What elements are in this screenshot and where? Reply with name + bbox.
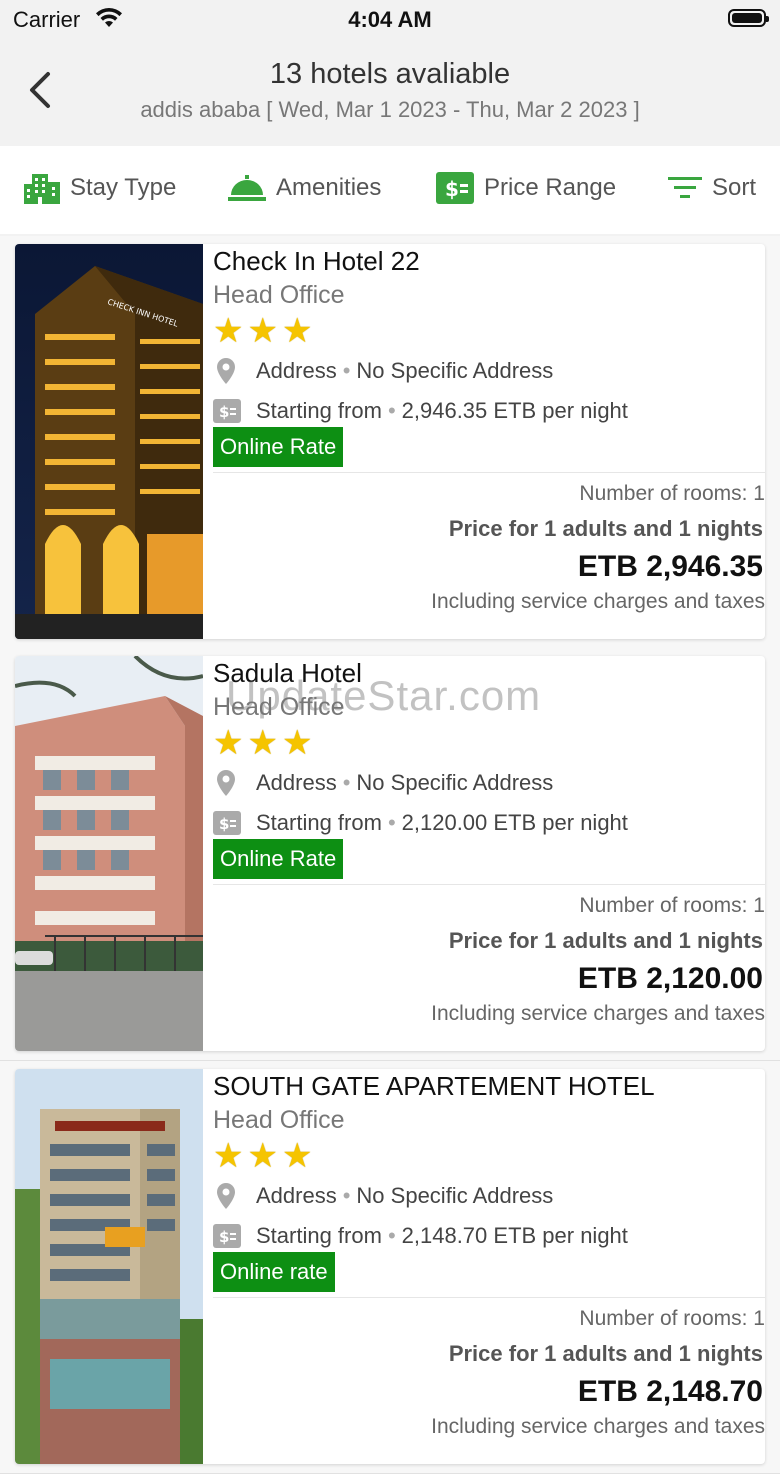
money-icon: $ — [213, 1224, 249, 1248]
total-price: ETB 2,120.00 — [577, 962, 763, 995]
starting-price-line: $ Starting from • 2,148.70 ETB per night — [213, 1221, 628, 1251]
online-rate-badge: Online Rate — [213, 839, 344, 879]
starting-value: 2,946.35 ETB per night — [401, 398, 628, 423]
hotel-info: SOUTH GATE APARTEMENT HOTEL Head Office … — [213, 1069, 765, 1464]
building-icon — [24, 174, 60, 204]
hotel-card[interactable]: CHECK INN HOTEL Check In Hotel 22 Head O… — [15, 244, 765, 639]
status-bar: Carrier 4:04 AM — [0, 0, 780, 40]
tax-note: Including service charges and taxes — [431, 1415, 765, 1438]
hotel-card[interactable]: Sadula Hotel Head Office ★ ★ ★ Address • N… — [15, 656, 765, 1051]
starting-label: Starting from — [256, 1223, 382, 1248]
hotel-name[interactable]: Check In Hotel 22 — [213, 246, 420, 277]
star-icon: ★ — [281, 724, 313, 762]
hotel-branch: Head Office — [213, 693, 345, 721]
starting-price-line: $ Starting from • 2,120.00 ETB per night — [213, 808, 628, 838]
address-label: Address — [256, 1183, 337, 1208]
address-label: Address — [256, 770, 337, 795]
divider — [213, 472, 765, 473]
rooms-count: Number of rooms: 1 — [579, 482, 765, 505]
filter-bar: Stay Type Amenities $ Price Range Sort — [0, 146, 780, 234]
sort-icon — [668, 177, 702, 198]
starting-label: Starting from — [256, 810, 382, 835]
hotel-photo: CHECK INN HOTEL — [15, 244, 203, 639]
hotel-list-item[interactable]: Sadula Hotel Head Office ★ ★ ★ Address • N… — [0, 648, 780, 1061]
rooms-count: Number of rooms: 1 — [579, 1307, 765, 1330]
location-pin-icon — [213, 1181, 249, 1211]
page-title: 13 hotels avaliable — [269, 58, 511, 90]
svg-text:$: $ — [219, 403, 229, 421]
starting-label: Starting from — [256, 398, 382, 423]
price-basis: Price for 1 adults and 1 nights — [448, 928, 763, 953]
hotel-photo — [15, 656, 203, 1051]
address-line: Address • No Specific Address — [213, 1181, 553, 1211]
star-icon: ★ — [247, 312, 278, 350]
hotel-info: Sadula Hotel Head Office ★ ★ ★ Address • N… — [213, 656, 765, 1051]
rooms-count: Number of rooms: 1 — [579, 894, 765, 917]
address-value: No Specific Address — [356, 358, 554, 383]
nav-header: 13 hotels avaliable addis ababa [ Wed, M… — [0, 40, 780, 144]
hotel-list-item[interactable]: CHECK INN HOTEL Check In Hotel 22 Head O… — [0, 236, 780, 649]
filter-amenities[interactable]: Amenities — [228, 166, 381, 210]
starting-value: 2,120.00 ETB per night — [401, 810, 628, 835]
address-value: No Specific Address — [356, 1183, 554, 1208]
filter-stay-type[interactable]: Stay Type — [24, 166, 176, 210]
tax-note: Including service charges and taxes — [431, 590, 765, 613]
location-pin-icon — [213, 768, 249, 798]
money-icon: $ — [213, 811, 249, 835]
filter-label: Stay Type — [70, 174, 177, 201]
hotel-branch: Head Office — [213, 281, 345, 309]
svg-text:$: $ — [219, 1228, 229, 1246]
search-summary: addis ababa [ Wed, Mar 1 2023 - Thu, Mar… — [140, 97, 640, 122]
filter-label: Sort — [712, 174, 757, 201]
star-icon: ★ — [213, 724, 244, 762]
total-price: ETB 2,946.35 — [577, 550, 763, 583]
price-basis: Price for 1 adults and 1 nights — [448, 1341, 763, 1366]
star-icon: ★ — [247, 724, 278, 762]
hotel-photo — [15, 1069, 203, 1464]
address-label: Address — [256, 358, 337, 383]
star-icon: ★ — [281, 312, 313, 350]
hotel-info: Check In Hotel 22 Head Office ★ ★ ★ Addr… — [213, 244, 765, 639]
star-rating: ★ ★ ★ — [213, 1139, 312, 1173]
total-price: ETB 2,148.70 — [577, 1375, 763, 1408]
address-line: Address • No Specific Address — [213, 356, 553, 386]
money-icon: $ — [213, 399, 249, 423]
starting-value: 2,148.70 ETB per night — [401, 1223, 628, 1248]
price-basis: Price for 1 adults and 1 nights — [448, 516, 763, 541]
status-time: 4:04 AM — [348, 7, 432, 32]
filter-label: Amenities — [276, 174, 382, 201]
hotel-branch: Head Office — [213, 1106, 345, 1134]
money-icon: $ — [436, 172, 474, 204]
starting-price-line: $ Starting from • 2,946.35 ETB per night — [213, 396, 628, 426]
star-rating: ★ ★ ★ — [213, 314, 312, 348]
hotel-list-item[interactable]: SOUTH GATE APARTEMENT HOTEL Head Office … — [0, 1061, 780, 1474]
online-rate-badge: Online Rate — [213, 427, 344, 467]
filter-label: Price Range — [484, 174, 617, 201]
svg-text:$: $ — [445, 177, 459, 201]
star-icon: ★ — [213, 312, 244, 350]
star-icon: ★ — [213, 1137, 244, 1175]
star-icon: ★ — [281, 1137, 313, 1175]
location-pin-icon — [213, 356, 249, 386]
divider — [213, 1297, 765, 1298]
hotel-name[interactable]: SOUTH GATE APARTEMENT HOTEL — [213, 1071, 655, 1102]
address-line: Address • No Specific Address — [213, 768, 553, 798]
divider — [213, 884, 765, 885]
svg-text:$: $ — [219, 815, 229, 833]
service-bell-icon — [228, 175, 266, 201]
tax-note: Including service charges and taxes — [431, 1002, 765, 1025]
hotel-name[interactable]: Sadula Hotel — [213, 658, 362, 689]
address-value: No Specific Address — [356, 770, 554, 795]
hotel-card[interactable]: SOUTH GATE APARTEMENT HOTEL Head Office … — [15, 1069, 765, 1464]
filter-sort[interactable]: Sort — [668, 166, 756, 210]
filter-price-range[interactable]: $ Price Range — [436, 166, 616, 210]
star-rating: ★ ★ ★ — [213, 726, 312, 760]
battery-icon — [728, 9, 769, 27]
star-icon: ★ — [247, 1137, 278, 1175]
online-rate-badge: Online rate — [213, 1252, 335, 1292]
